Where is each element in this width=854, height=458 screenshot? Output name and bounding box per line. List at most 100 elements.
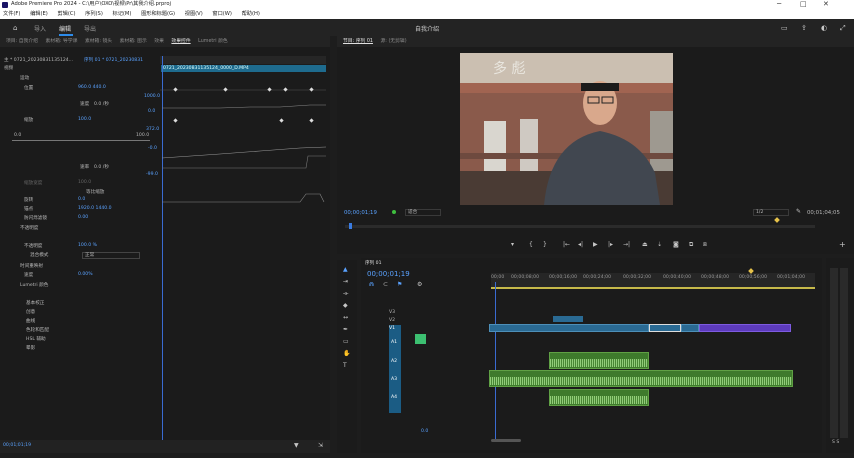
mark-in-icon[interactable]: { — [529, 241, 533, 248]
menu-window[interactable]: 窗口(W) — [212, 11, 232, 17]
tab-project[interactable]: 项目: 自我介绍 — [6, 39, 38, 44]
tab-program[interactable]: 节目: 序列 01 — [343, 39, 373, 44]
filter-icon[interactable]: ▼ — [294, 442, 299, 449]
scale-slider[interactable] — [12, 140, 150, 141]
ripple-edit-icon[interactable]: ⟛ — [343, 290, 348, 298]
ec-clip-bar[interactable]: 0721_20230831135124_0000_D.MP4 — [161, 65, 326, 72]
track-a3-label[interactable]: A3 — [391, 377, 397, 382]
blend-mode-select[interactable]: 正常 — [82, 252, 140, 259]
timeline-timecode[interactable]: 00;00;01;19 — [367, 270, 410, 278]
row-motion[interactable]: 运动 — [20, 75, 29, 81]
program-timecode[interactable]: 00;00;01;19 — [344, 210, 377, 216]
row-color-wheels[interactable]: 色轮和匹配 — [26, 327, 49, 333]
maximize-button[interactable]: □ — [800, 0, 807, 9]
uniform-scale[interactable]: 等比缩放 — [86, 189, 104, 195]
linked-icon[interactable]: ⊂ — [383, 281, 388, 288]
row-time-remap[interactable]: 时间重映射 — [20, 263, 43, 269]
program-scrub-bar[interactable] — [345, 225, 815, 228]
track-a1-label[interactable]: A1 — [391, 340, 397, 345]
row-vignette[interactable]: 晕影 — [26, 345, 35, 351]
row-lumetri[interactable]: Lumetri 颜色 — [20, 282, 48, 288]
menu-marker[interactable]: 标记(M) — [113, 11, 132, 17]
row-speed[interactable]: 速度 — [24, 272, 33, 278]
tab-export[interactable]: 导出 — [84, 24, 96, 33]
type-tool-icon[interactable]: T — [343, 362, 347, 369]
meter-label[interactable]: S S — [832, 440, 839, 445]
share-icon[interactable]: ⇪ — [801, 24, 807, 32]
row-hsl[interactable]: HSL 辅助 — [26, 336, 46, 342]
export-icon[interactable]: ⇲ — [318, 442, 323, 449]
tab-bin-daoxue[interactable]: 素材箱: 导学课 — [45, 39, 77, 44]
timeline-playhead[interactable] — [495, 282, 496, 440]
row-curves[interactable]: 曲线 — [26, 318, 35, 324]
tab-import[interactable]: 导入 — [34, 24, 46, 33]
program-playhead[interactable] — [349, 223, 352, 229]
pen-tool-icon[interactable]: ✒ — [343, 326, 348, 333]
audio-target-strip[interactable] — [389, 333, 401, 413]
menu-graphics[interactable]: 图形和标题(G) — [141, 11, 175, 17]
tab-edit[interactable]: 编辑 — [59, 24, 71, 33]
speed-value[interactable]: 0.00% — [78, 272, 93, 277]
a4-clip[interactable] — [549, 389, 649, 406]
compare-icon[interactable]: ⧉ — [689, 241, 693, 249]
home-icon[interactable]: ⌂ — [13, 24, 17, 32]
row-rotation[interactable]: 旋转 — [24, 197, 33, 203]
row-opacity-group[interactable]: 不透明度 — [20, 225, 38, 231]
keyframe-graph[interactable] — [160, 76, 328, 206]
tab-bin-jingtou[interactable]: 素材箱: 镜头 — [85, 39, 112, 44]
timeline-scrollbar[interactable] — [491, 439, 521, 442]
camera-icon[interactable]: ◙ — [673, 241, 679, 248]
row-basic[interactable]: 基本校正 — [26, 300, 44, 306]
snap-icon[interactable]: ⋒ — [369, 281, 374, 288]
work-area-bar[interactable] — [491, 287, 815, 289]
menu-clip[interactable]: 剪辑(C) — [57, 11, 75, 17]
ec-timecode[interactable]: 00;01;01;19 — [3, 443, 31, 448]
razor-tool-icon[interactable]: ◆ — [343, 302, 348, 309]
go-to-out-icon[interactable]: →| — [623, 241, 630, 248]
a2-clip[interactable] — [549, 352, 649, 369]
mix-value[interactable]: 0.0 — [421, 429, 428, 434]
slip-tool-icon[interactable]: ↔ — [343, 314, 348, 321]
row-creative[interactable]: 创意 — [26, 309, 35, 315]
tab-effects[interactable]: 效果 — [154, 39, 164, 44]
tab-source[interactable]: 源: (无剪辑) — [381, 39, 407, 44]
row-scale[interactable]: 缩放 — [24, 117, 33, 123]
row-opacity[interactable]: 不透明度 — [24, 243, 42, 249]
anchor-value[interactable]: 1920.0 1440.0 — [78, 206, 112, 211]
wrench-icon[interactable]: ✎ — [796, 208, 801, 215]
mark-out-icon[interactable]: } — [543, 241, 547, 248]
fullscreen-icon[interactable]: ⤢ — [840, 24, 846, 33]
go-to-in-icon[interactable]: |← — [563, 241, 570, 248]
tab-lumetri[interactable]: Lumetri 颜色 — [198, 39, 228, 44]
rectangle-tool-icon[interactable]: ▭ — [343, 338, 349, 345]
menu-help[interactable]: 帮助(H) — [242, 11, 260, 17]
add-button-icon[interactable]: + — [839, 240, 846, 249]
panel-icon[interactable]: ▭ — [781, 24, 788, 32]
row-antiflicker[interactable]: 防闪烁滤镜 — [24, 215, 47, 221]
tab-bin-tushi[interactable]: 素材箱: 图示 — [120, 39, 147, 44]
menu-edit[interactable]: 编辑(E) — [30, 11, 48, 17]
play-icon[interactable]: ▶ — [593, 241, 598, 248]
minimize-button[interactable]: ─ — [777, 0, 781, 9]
sequence-label[interactable]: 序列 01 * 0721_20230831 — [84, 57, 143, 63]
track-select-icon[interactable]: ⇥ — [343, 278, 348, 285]
a3-clip[interactable] — [489, 370, 793, 387]
v1-clip-group[interactable] — [489, 324, 649, 332]
rotation-value[interactable]: 0.0 — [78, 197, 85, 202]
opacity-value[interactable]: 100.0 % — [78, 243, 97, 248]
v1-clip-a[interactable] — [681, 324, 699, 332]
lift-icon[interactable]: ⏏ — [642, 241, 648, 248]
vr-icon[interactable]: ⧈ — [703, 241, 707, 249]
antiflicker-value[interactable]: 0.00 — [78, 215, 88, 220]
settings-icon[interactable]: ⚙ — [417, 281, 422, 288]
menu-view[interactable]: 视图(V) — [185, 11, 203, 17]
step-forward-icon[interactable]: |▸ — [608, 241, 613, 248]
track-a2-label[interactable]: A2 — [391, 359, 397, 364]
add-marker-icon[interactable]: ▾ — [511, 241, 514, 248]
track-v2-label[interactable]: V2 — [389, 318, 395, 323]
quality-select[interactable]: 1/2 — [753, 209, 789, 216]
track-v1-label[interactable]: V1 — [389, 326, 395, 331]
position-value[interactable]: 960.0 440.0 — [78, 85, 106, 90]
v3-clip[interactable] — [553, 316, 583, 322]
row-position[interactable]: 位置 — [24, 85, 33, 91]
